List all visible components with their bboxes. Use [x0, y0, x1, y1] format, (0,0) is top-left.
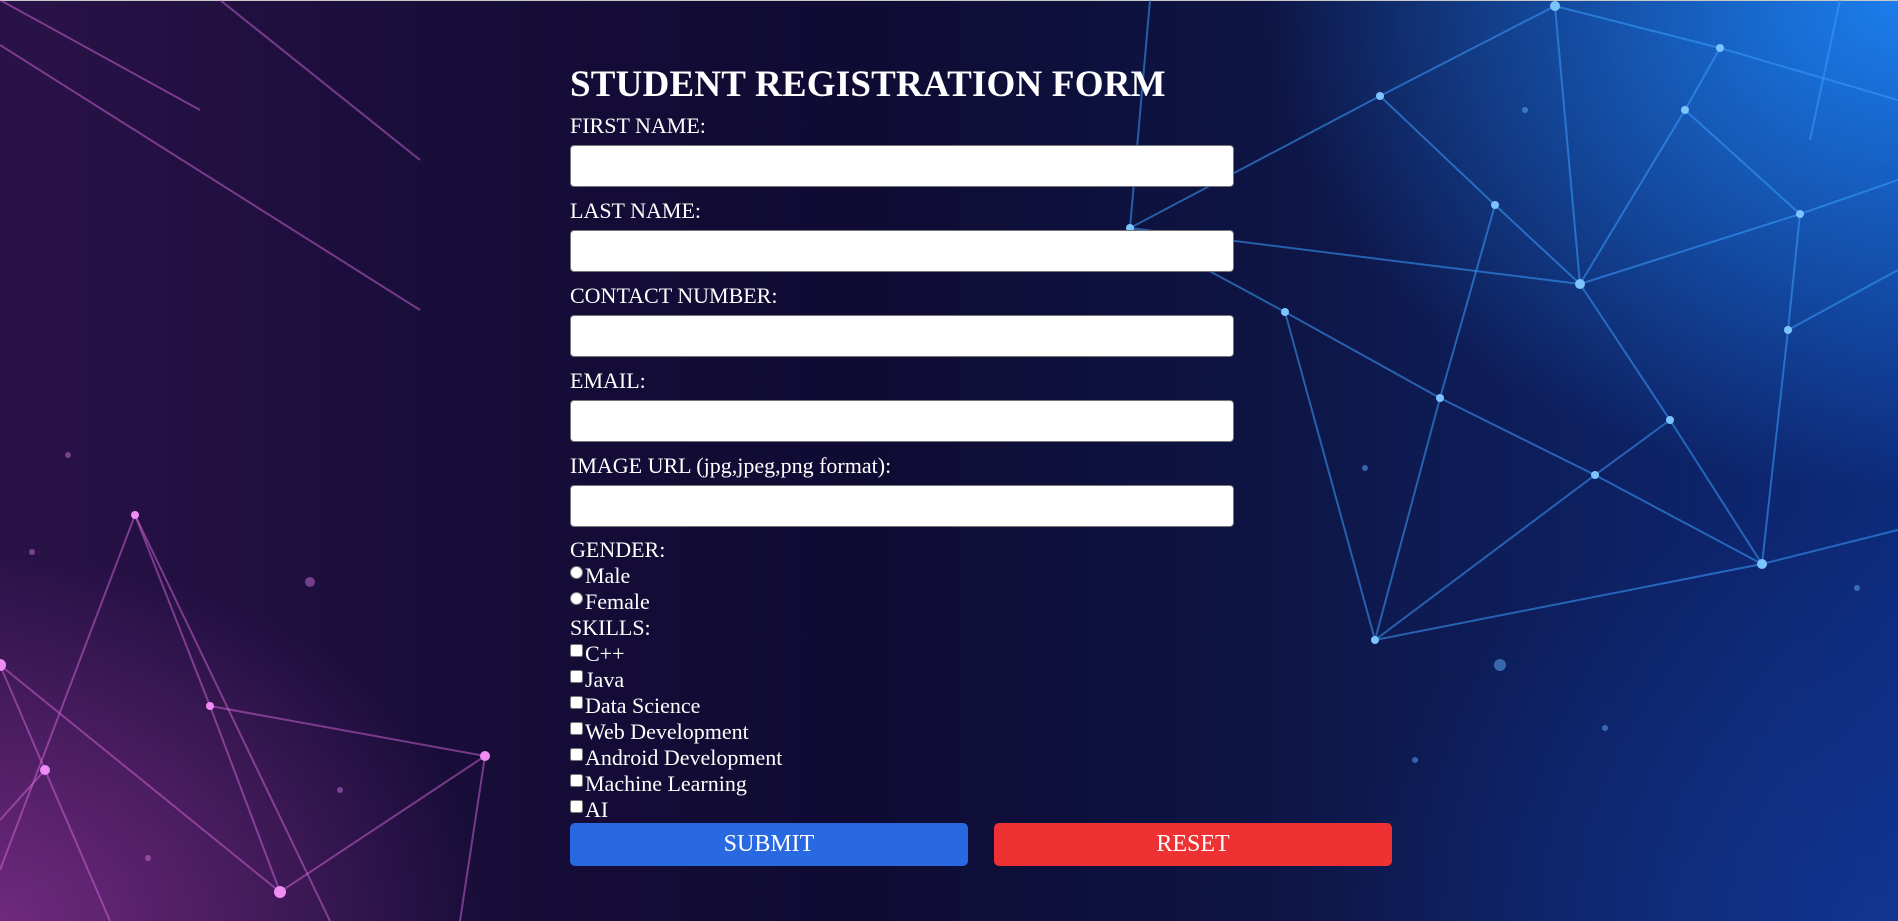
gender-option-male: Male: [570, 563, 1430, 589]
skill-option-ai: AI: [570, 797, 1430, 823]
skill-option-label: Java: [585, 667, 625, 692]
gender-option-label: Male: [585, 563, 631, 588]
skill-checkbox-ai[interactable]: [570, 800, 583, 813]
email-input[interactable]: [570, 400, 1234, 442]
skill-option-java: Java: [570, 667, 1430, 693]
skill-option-web-development: Web Development: [570, 719, 1430, 745]
window-top-border: [0, 0, 1898, 1]
student-registration-form: STUDENT REGISTRATION FORM FIRST NAME: LA…: [570, 58, 1430, 866]
skill-checkbox-data-science[interactable]: [570, 696, 583, 709]
submit-button[interactable]: SUBMIT: [570, 823, 968, 866]
first-name-label: FIRST NAME:: [570, 113, 706, 138]
gender-label: GENDER:: [570, 537, 666, 562]
gender-option-label: Female: [585, 589, 650, 614]
skills-label: SKILLS:: [570, 615, 651, 640]
skill-option-label: Android Development: [585, 745, 783, 770]
skill-option-label: AI: [585, 797, 609, 822]
skill-checkbox-cpp[interactable]: [570, 644, 583, 657]
skill-checkbox-web-development[interactable]: [570, 722, 583, 735]
gender-option-female: Female: [570, 589, 1430, 615]
email-label: EMAIL:: [570, 368, 646, 393]
skill-option-label: C++: [585, 641, 625, 666]
image-url-input[interactable]: [570, 485, 1234, 527]
skill-option-data-science: Data Science: [570, 693, 1430, 719]
skill-option-android-development: Android Development: [570, 745, 1430, 771]
skill-option-machine-learning: Machine Learning: [570, 771, 1430, 797]
skill-checkbox-machine-learning[interactable]: [570, 774, 583, 787]
gender-radio-male[interactable]: [570, 566, 583, 579]
skill-checkbox-java[interactable]: [570, 670, 583, 683]
form-actions: SUBMIT RESET: [570, 823, 1430, 866]
skill-option-label: Data Science: [585, 693, 701, 718]
image-url-label: IMAGE URL (jpg,jpeg,png format):: [570, 453, 892, 478]
skill-option-label: Machine Learning: [585, 771, 747, 796]
last-name-input[interactable]: [570, 230, 1234, 272]
skill-checkbox-android-development[interactable]: [570, 748, 583, 761]
skill-option-label: Web Development: [585, 719, 749, 744]
contact-number-input[interactable]: [570, 315, 1234, 357]
last-name-label: LAST NAME:: [570, 198, 701, 223]
gender-radio-female[interactable]: [570, 592, 583, 605]
reset-button[interactable]: RESET: [994, 823, 1392, 866]
first-name-input[interactable]: [570, 145, 1234, 187]
skill-option-cpp: C++: [570, 641, 1430, 667]
form-title: STUDENT REGISTRATION FORM: [570, 64, 1166, 105]
contact-number-label: CONTACT NUMBER:: [570, 283, 778, 308]
